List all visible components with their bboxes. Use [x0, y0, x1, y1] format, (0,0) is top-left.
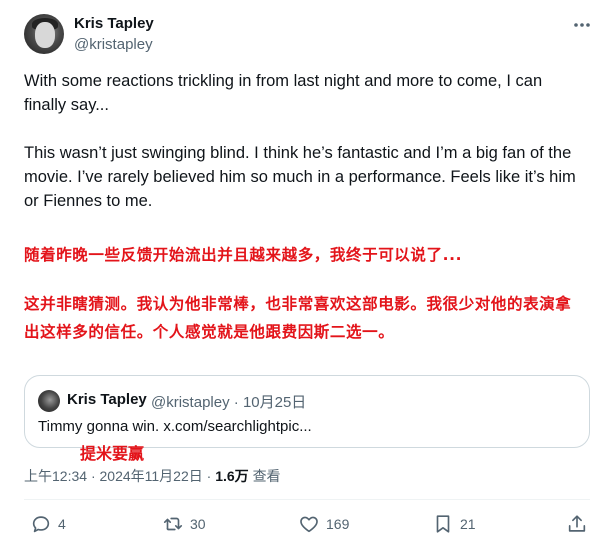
quoted-separator: ·	[233, 394, 239, 411]
share-button[interactable]	[566, 512, 588, 536]
quoted-meta: @kristapley · 10月25日	[151, 391, 306, 412]
tweet-text-paragraph-2: This wasn’t just swinging blind. I think…	[24, 144, 576, 210]
reply-button[interactable]: 4	[30, 512, 66, 536]
translation-paragraph-1: 随着昨晚一些反馈开始流出并且越来越多，我终于可以说了...	[24, 246, 463, 264]
author-name[interactable]: Kris Tapley	[74, 15, 154, 32]
tweet-text-paragraph-1: With some reactions trickling in from la…	[24, 72, 543, 114]
like-count: 169	[326, 516, 350, 532]
tweet-meta: 上午12:34 · 2024年11月22日 · 1.6万 查看	[24, 466, 281, 486]
tweet: Kris Tapley @kristapley With some reacti…	[0, 0, 601, 552]
bookmark-button[interactable]: 21	[432, 512, 476, 536]
like-button[interactable]: 169	[298, 512, 349, 536]
reply-icon	[32, 516, 50, 533]
author-handle[interactable]: @kristapley	[74, 36, 153, 53]
quoted-avatar	[38, 390, 60, 412]
translation-paragraph-2: 这并非瞎猜测。我认为他非常棒，也非常喜欢这部电影。我很少对他的表演拿出这样多的信…	[24, 295, 572, 341]
view-count: 1.6万	[215, 468, 249, 484]
quoted-author-name: Kris Tapley	[67, 391, 147, 408]
bookmark-count: 21	[460, 516, 476, 532]
avatar-face	[35, 22, 55, 48]
quoted-tweet[interactable]: Kris Tapley @kristapley · 10月25日 Timmy g…	[24, 375, 590, 448]
divider	[24, 499, 590, 500]
retweet-icon	[163, 517, 183, 531]
bookmark-icon	[436, 515, 450, 533]
meta-separator: ·	[206, 468, 212, 484]
tweet-date[interactable]: 2024年11月22日	[100, 468, 203, 484]
like-icon	[300, 516, 318, 533]
share-icon	[568, 515, 586, 532]
retweet-count: 30	[190, 516, 206, 532]
reply-count: 4	[58, 516, 66, 532]
retweet-button[interactable]: 30	[162, 512, 206, 536]
more-icon[interactable]	[572, 16, 592, 34]
quoted-date: 10月25日	[242, 394, 307, 411]
quoted-author-handle: @kristapley	[151, 394, 230, 411]
quoted-translation: 提米要赢	[80, 444, 145, 463]
tweet-time[interactable]: 上午12:34	[24, 468, 87, 484]
quoted-text: Timmy gonna win. x.com/searchlightpic...	[38, 418, 312, 435]
views-label: 查看	[252, 468, 281, 484]
meta-separator: ·	[90, 468, 96, 484]
avatar[interactable]	[24, 14, 64, 54]
